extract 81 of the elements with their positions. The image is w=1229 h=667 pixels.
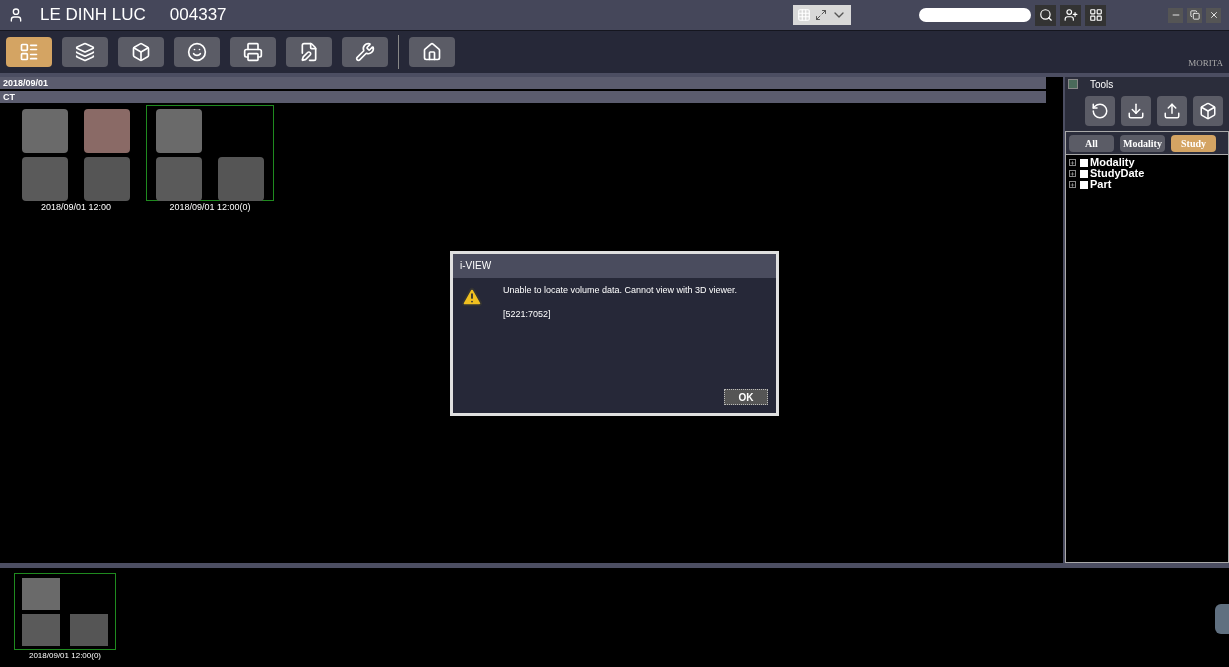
close-button[interactable] (1206, 7, 1221, 23)
toolbar-button[interactable] (118, 37, 164, 67)
dialog-title: i-VIEW (453, 254, 776, 278)
layout-selector[interactable] (793, 5, 851, 25)
patient-name: LE DINH LUC (40, 4, 146, 27)
thumbnail-frame[interactable] (146, 105, 274, 201)
tree-item[interactable]: StudyDate (1090, 168, 1145, 179)
patient-icon (8, 7, 24, 23)
upload-icon (1163, 102, 1181, 120)
user-plus-icon (1063, 8, 1078, 22)
cube-icon (1199, 102, 1217, 120)
expand-toggle[interactable] (1069, 181, 1076, 188)
search-button[interactable] (1035, 4, 1056, 26)
toolbar-button[interactable] (286, 37, 332, 67)
brand-logo: MORITA (1188, 56, 1223, 70)
filter-tab[interactable]: Modality (1120, 134, 1165, 152)
toolbar-button[interactable] (174, 37, 220, 67)
tool-button[interactable] (1085, 96, 1115, 126)
download-icon (1127, 102, 1145, 120)
expand-icon (815, 9, 827, 21)
thumbnail-caption: 2018/09/01 12:00(0) (169, 201, 251, 213)
ok-button[interactable]: OK (724, 389, 768, 405)
edit-icon (299, 42, 319, 62)
date-header: 2018/09/01 (0, 77, 1046, 89)
plus-icon (1070, 170, 1075, 177)
list-icon (19, 42, 39, 62)
cube-icon (131, 42, 151, 62)
wrench-icon (355, 42, 375, 62)
photo-placeholder (21, 613, 60, 646)
smile-icon (187, 42, 207, 62)
home-icon (422, 42, 442, 62)
tool-button[interactable] (1193, 96, 1223, 126)
filter-tab[interactable]: All (1069, 134, 1114, 152)
checkbox[interactable] (1080, 169, 1088, 178)
printer-icon (243, 42, 263, 62)
checkbox-icon (1068, 79, 1078, 89)
expand-toggle[interactable] (1069, 170, 1076, 177)
modality-header: CT (0, 91, 1046, 103)
thumbnail-caption: 2018/09/01 12:00(0) (28, 650, 102, 661)
expand-toggle[interactable] (1069, 159, 1076, 166)
restore-button[interactable] (1187, 7, 1202, 23)
patient-id: 004337 (169, 4, 227, 27)
toolbar-button[interactable] (230, 37, 276, 67)
dialog-message: Unable to locate volume data. Cannot view with 3D viewer. (503, 284, 738, 297)
search-icon (1038, 8, 1053, 22)
toolbar-button[interactable] (62, 37, 108, 67)
photo-placeholder (21, 577, 60, 610)
add-patient-button[interactable] (1060, 4, 1081, 26)
grid-view-button[interactable] (1085, 4, 1106, 26)
restore-icon (1189, 10, 1200, 20)
grid-icon (797, 8, 811, 22)
warning-icon (461, 286, 483, 308)
tree-item[interactable]: Modality (1090, 157, 1135, 168)
panel-title: Tools (1090, 77, 1114, 92)
rotate-icon (1091, 102, 1109, 120)
photo-placeholder (70, 613, 109, 646)
close-icon (1208, 10, 1219, 20)
photo-placeholder (84, 109, 130, 153)
checkbox[interactable] (1080, 180, 1088, 189)
photo-placeholder (156, 109, 202, 153)
side-tab[interactable] (1215, 604, 1229, 634)
tree-item[interactable]: Part (1090, 179, 1112, 190)
toolbar-button[interactable] (409, 37, 455, 67)
checkbox[interactable] (1080, 158, 1088, 167)
photo-placeholder (156, 157, 202, 201)
grid-icon (1088, 8, 1103, 22)
thumbnail-caption: 2018/09/01 12:00 (40, 201, 112, 213)
photo-placeholder (218, 157, 264, 201)
plus-icon (1070, 181, 1075, 188)
error-code: [5221:7052] (503, 307, 552, 321)
plus-icon (1070, 159, 1075, 166)
thumbnail-frame[interactable] (14, 573, 116, 650)
photo-placeholder (84, 157, 130, 201)
tool-button[interactable] (1157, 96, 1187, 126)
photo-placeholder (22, 109, 68, 153)
photo-placeholder (22, 157, 68, 201)
toolbar-button[interactable] (342, 37, 388, 67)
search-field[interactable] (919, 8, 1031, 22)
tool-button[interactable] (1121, 96, 1151, 126)
layers-icon (75, 42, 95, 62)
minimize-button[interactable] (1168, 7, 1183, 23)
